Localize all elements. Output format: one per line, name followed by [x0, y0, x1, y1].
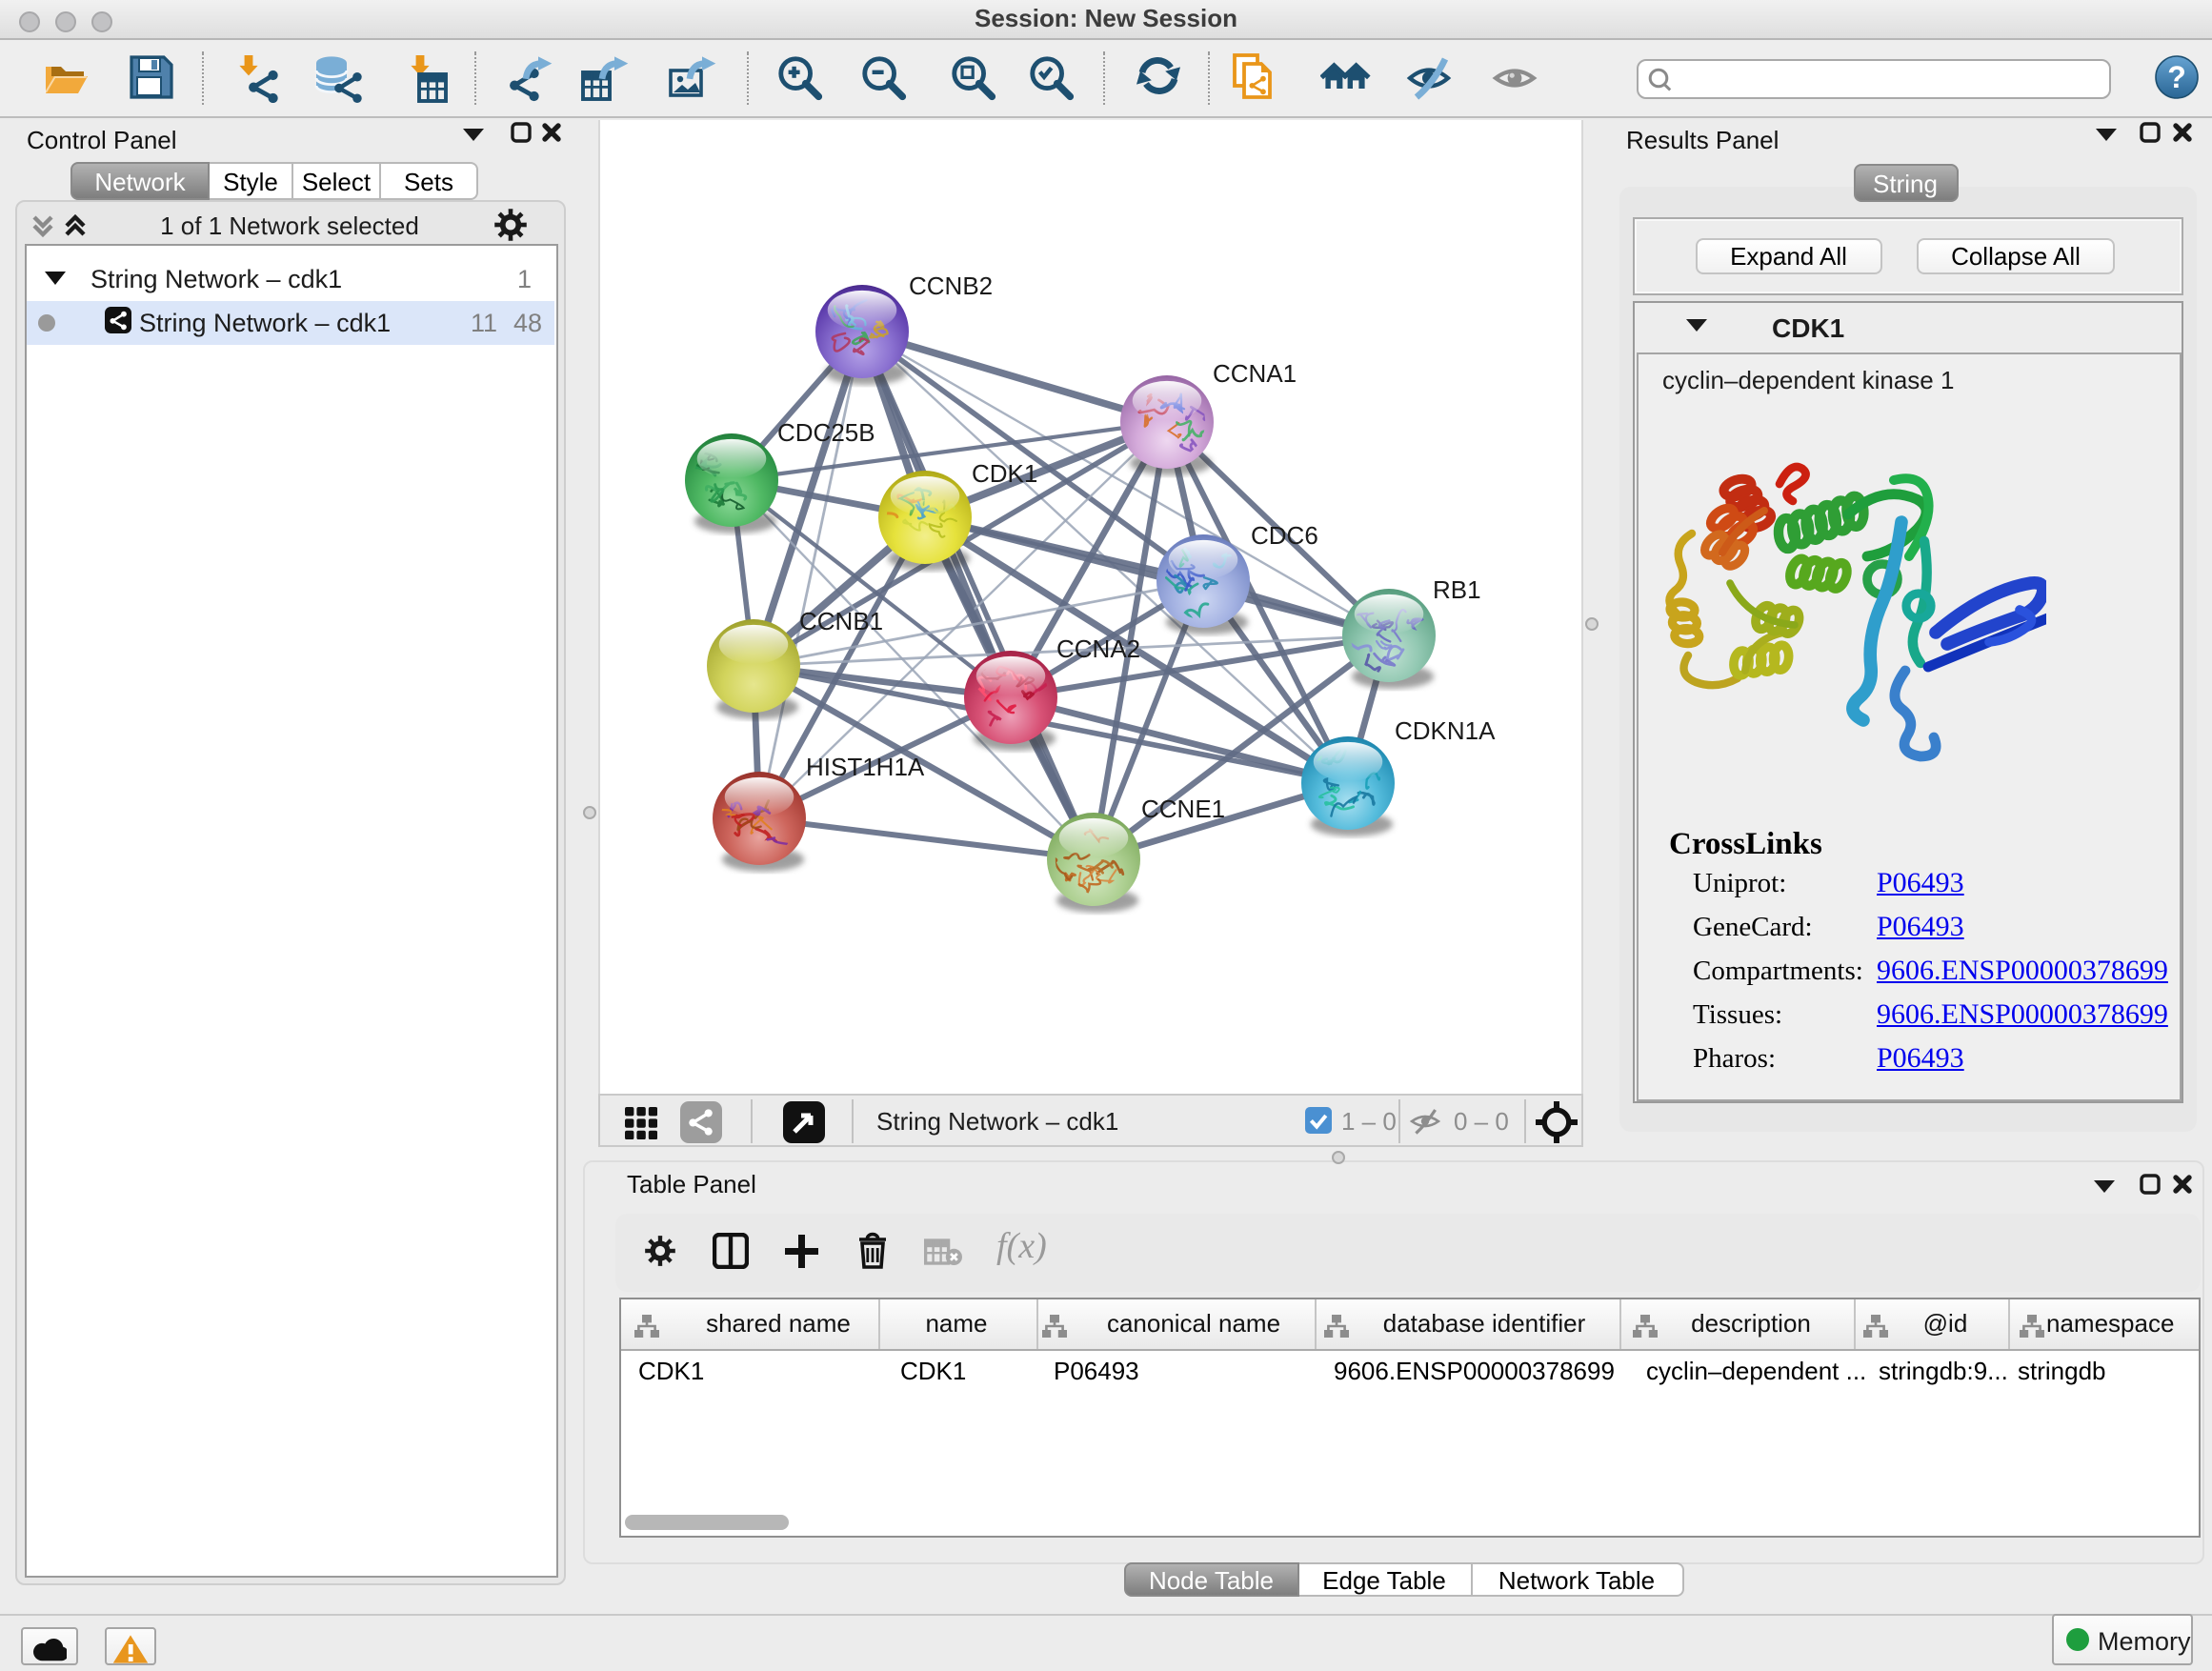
svg-text:CCNB1: CCNB1	[799, 606, 883, 634]
svg-text:CCNA2: CCNA2	[1056, 634, 1140, 662]
svg-text:CDC6: CDC6	[1251, 520, 1318, 549]
svg-text:HIST1H1A: HIST1H1A	[806, 752, 925, 780]
svg-text:CCNB2: CCNB2	[909, 271, 993, 299]
svg-text:CDC25B: CDC25B	[777, 417, 875, 446]
svg-text:RB1: RB1	[1433, 574, 1481, 603]
svg-text:CDKN1A: CDKN1A	[1395, 715, 1496, 744]
svg-text:CDK1: CDK1	[972, 458, 1037, 487]
svg-text:CCNA1: CCNA1	[1213, 358, 1297, 387]
svg-text:CCNE1: CCNE1	[1141, 794, 1225, 822]
svg-text:?: ?	[2167, 60, 2186, 94]
